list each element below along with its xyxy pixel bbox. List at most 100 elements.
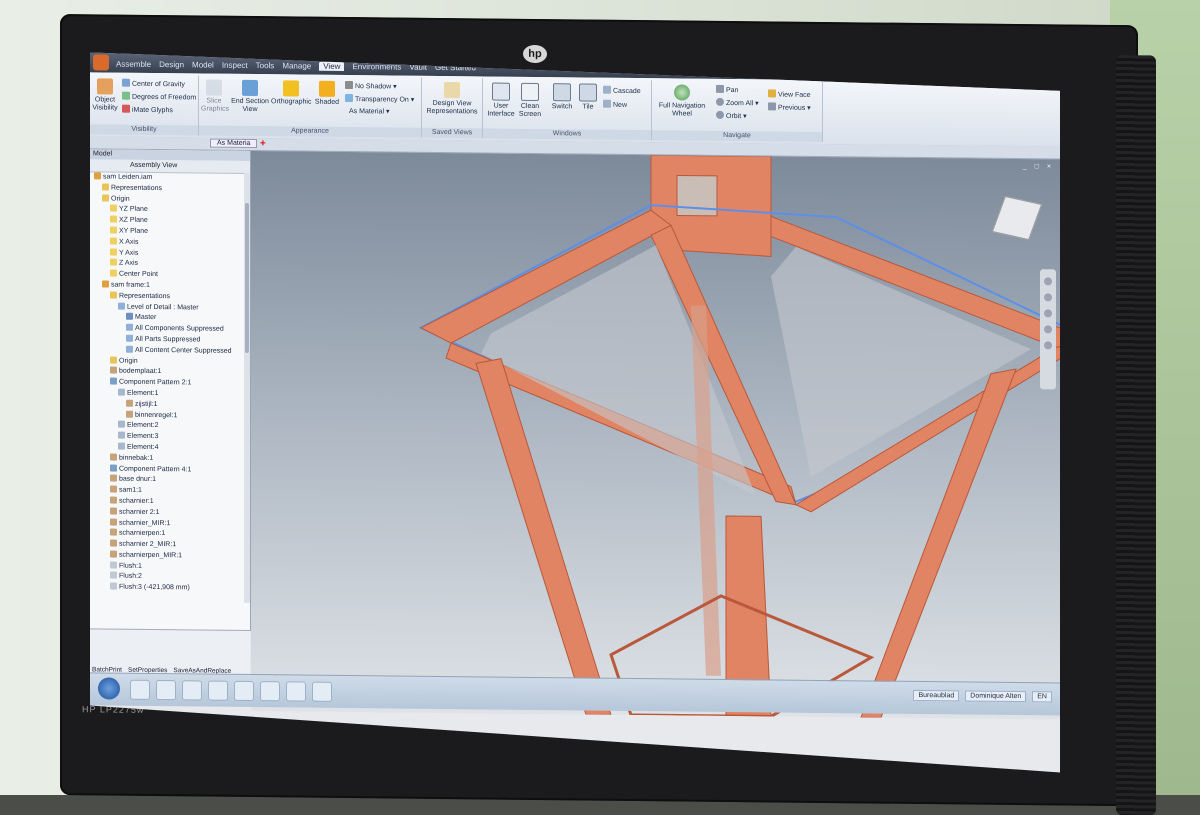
element-icon — [118, 432, 125, 439]
lantern-model[interactable] — [251, 151, 1060, 719]
tab-tools[interactable]: Tools — [256, 61, 275, 70]
close-icon[interactable] — [1015, 66, 1026, 77]
center-of-gravity-button[interactable]: Center of Gravity — [122, 79, 185, 89]
zoom-all-button[interactable]: Zoom All ▾ — [716, 98, 759, 107]
inventor-app-button[interactable] — [93, 54, 109, 70]
tree-item-label: binnebak:1 — [119, 454, 154, 462]
inventor-icon[interactable] — [234, 681, 254, 701]
switch-button[interactable]: Switch — [549, 83, 575, 111]
browser-scrollbar[interactable] — [244, 173, 250, 603]
as-material-dropdown[interactable]: As Material ▾ — [349, 107, 389, 115]
part-icon — [110, 453, 117, 460]
tab-assemble[interactable]: Assemble — [116, 60, 151, 69]
tree-item-label: scharnierpen_MIR:1 — [119, 551, 183, 560]
paint-icon[interactable] — [260, 681, 280, 701]
zoom-nav-icon[interactable] — [1044, 309, 1052, 317]
object-visibility-button[interactable]: Object Visibility — [92, 78, 118, 112]
window-title: Autodesk Inventor 2010 sam Leiden.iam — [390, 57, 536, 68]
slice-graphics-button[interactable]: Slice Graphics — [201, 79, 227, 113]
tray-item[interactable]: Dominique Alten — [965, 690, 1026, 702]
pattern-icon — [110, 464, 117, 471]
tree-item-label: XY Plane — [119, 227, 149, 235]
tree-item-label: Element:4 — [127, 443, 159, 451]
graphics-viewport[interactable]: _ □ × — [251, 151, 1060, 719]
explorer-icon[interactable] — [130, 680, 150, 700]
orbit-nav-icon[interactable] — [1044, 325, 1052, 333]
design-view-representations-button[interactable]: Design View Representations — [426, 82, 478, 117]
tab-inspect[interactable]: Inspect — [222, 61, 248, 70]
tray-item[interactable]: EN — [1032, 691, 1052, 702]
part-icon — [126, 399, 133, 406]
clean-screen-button[interactable]: Clean Screen — [517, 83, 543, 119]
tab-model[interactable]: Model — [192, 60, 214, 69]
tree-item[interactable]: Component Pattern 2:1 — [90, 377, 250, 389]
look-icon[interactable] — [1044, 341, 1052, 349]
constraint-icon — [110, 572, 117, 579]
transparency-on-button[interactable]: Transparency On ▾ — [345, 94, 414, 104]
add-icon[interactable]: + — [260, 138, 266, 149]
constraint-icon — [110, 583, 117, 590]
binoculars-icon[interactable] — [930, 65, 941, 76]
help-search-input[interactable]: Type a keyword or phrase — [812, 64, 925, 78]
steering-wheel-icon[interactable] — [1044, 277, 1052, 285]
chrome-icon[interactable] — [208, 681, 228, 701]
pan-icon[interactable] — [1044, 293, 1052, 301]
tree-item-label: Flush:3 (-421,908 mm) — [119, 583, 190, 592]
tree-item-label: X Axis — [119, 238, 139, 246]
axis-icon — [110, 259, 117, 266]
end-section-view-button[interactable]: End Section View — [231, 80, 269, 114]
shaded-button[interactable]: Shaded — [313, 81, 341, 107]
full-navigation-wheel-button[interactable]: Full Navigation Wheel — [654, 84, 710, 119]
part-icon — [110, 540, 117, 547]
tree-item-label: Flush:1 — [119, 562, 142, 570]
help-icon[interactable] — [981, 66, 992, 77]
tree-item-label: Component Pattern 4:1 — [119, 465, 192, 473]
folder-icon[interactable] — [182, 680, 202, 700]
orbit-button[interactable]: Orbit ▾ — [716, 111, 747, 120]
star-icon[interactable] — [964, 65, 975, 76]
scroll-thumb[interactable] — [245, 203, 249, 353]
monitor-vent — [1116, 55, 1156, 815]
tab-manage[interactable]: Manage — [282, 61, 311, 70]
previous-view-button[interactable]: Previous ▾ — [768, 102, 811, 111]
visibility-group: Object Visibility Center of Gravity Degr… — [90, 74, 199, 135]
word-icon[interactable] — [312, 682, 332, 702]
zoom-icon — [716, 98, 724, 106]
user-interface-button[interactable]: User Interface — [487, 82, 515, 118]
degrees-of-freedom-button[interactable]: Degrees of Freedom — [122, 92, 196, 102]
tab-vault[interactable]: Vault — [409, 63, 427, 72]
key-icon[interactable] — [947, 65, 958, 76]
navigation-bar[interactable] — [1040, 269, 1056, 389]
tree-item[interactable]: Representations — [90, 291, 250, 303]
start-button[interactable] — [98, 677, 120, 699]
tree-item-label: Center Point — [119, 270, 158, 279]
screen: Assemble Design Model Inspect Tools Manage Vie… — [90, 52, 1060, 772]
tile-button[interactable]: Tile — [577, 83, 599, 111]
pan-button[interactable]: Pan — [716, 85, 738, 94]
minimize-icon[interactable] — [998, 66, 1009, 77]
tab-get-started[interactable]: Get Started — [435, 63, 476, 72]
cascade-icon — [603, 86, 611, 94]
viewport-window-controls[interactable]: _ □ × — [1023, 163, 1054, 170]
imate-glyphs-button[interactable]: iMate Glyphs — [122, 105, 173, 115]
system-tray: Bureaublad Dominique Alten EN — [913, 690, 1052, 702]
tree-item-label: Representations — [119, 292, 170, 300]
tree-item[interactable]: Flush:3 (-421,908 mm) — [90, 583, 250, 595]
orthographic-button[interactable]: Orthographic — [271, 80, 311, 106]
tab-view[interactable]: View — [319, 62, 344, 71]
new-window-button[interactable]: New — [603, 100, 627, 109]
part-icon — [110, 518, 117, 525]
view-face-button[interactable]: View Face — [768, 89, 811, 98]
tab-environments[interactable]: Environments — [352, 62, 401, 72]
cascade-button[interactable]: Cascade — [603, 86, 641, 95]
skype-icon[interactable] — [286, 681, 306, 701]
no-shadow-button[interactable]: No Shadow ▾ — [345, 81, 397, 91]
tab-design[interactable]: Design — [159, 60, 184, 69]
tray-item[interactable]: Bureaublad — [913, 690, 959, 701]
model-browser: Model Assembly View sam Leiden.iam Repres… — [90, 149, 251, 631]
assembly-icon — [94, 172, 101, 179]
material-dropdown[interactable]: As Materia — [210, 139, 257, 148]
media-icon[interactable] — [156, 680, 176, 700]
tree-item-label: zijstijl:1 — [135, 400, 158, 408]
transparency-icon — [345, 94, 353, 102]
